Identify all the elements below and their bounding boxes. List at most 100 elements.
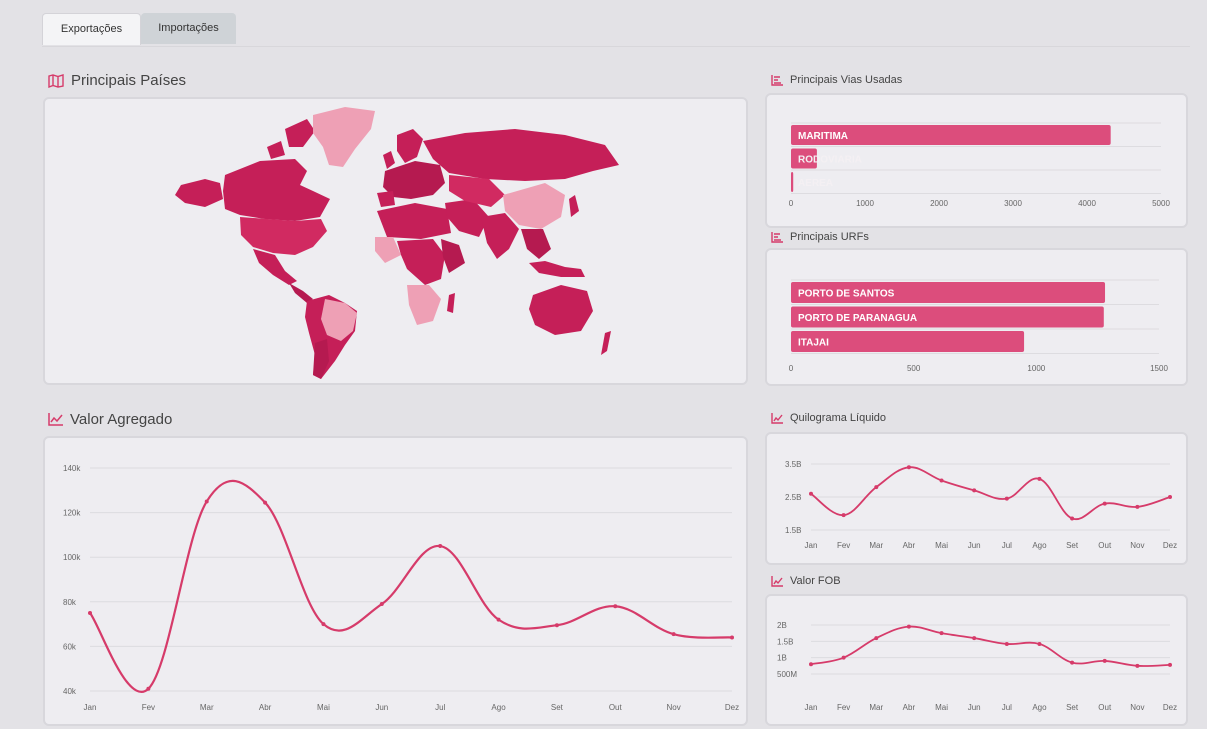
data-point[interactable] bbox=[1102, 658, 1107, 663]
data-point[interactable] bbox=[379, 602, 384, 607]
map-title: Principais Países bbox=[71, 72, 187, 89]
x-tick-label: 5000 bbox=[1152, 199, 1170, 208]
x-tick-label: Mar bbox=[869, 541, 883, 550]
data-point[interactable] bbox=[730, 635, 734, 640]
region-alaska bbox=[175, 179, 223, 207]
data-point[interactable] bbox=[1135, 663, 1140, 668]
fob-title: Valor FOB bbox=[790, 575, 841, 587]
tab-bar: Exportações Importações bbox=[42, 13, 1190, 47]
data-point[interactable] bbox=[1070, 660, 1075, 665]
data-point[interactable] bbox=[1004, 496, 1009, 501]
x-tick-label: Jun bbox=[968, 703, 981, 712]
line-chart-icon bbox=[48, 413, 63, 426]
y-tick-label: 60k bbox=[63, 642, 77, 651]
y-tick-label: 80k bbox=[63, 598, 77, 607]
x-tick-label: Mar bbox=[200, 703, 214, 712]
data-point[interactable] bbox=[1004, 641, 1009, 646]
map-regions bbox=[175, 107, 619, 379]
data-point[interactable] bbox=[972, 636, 977, 641]
x-tick-label: Abr bbox=[259, 703, 272, 712]
x-tick-label: Ago bbox=[1032, 703, 1047, 712]
bar-label: AEREA bbox=[798, 178, 833, 189]
y-tick-label: 1.5B bbox=[777, 637, 793, 646]
data-point[interactable] bbox=[939, 631, 944, 636]
kg-card: 1.5B 2.5B 3.5B Jan Fev Mar Abr Mai Jun Jul Ago Set O… bbox=[765, 432, 1188, 565]
valor-agregado-title: Valor Agregado bbox=[70, 411, 173, 428]
series-line bbox=[810, 466, 1171, 521]
y-tick-label: 100k bbox=[63, 553, 81, 562]
region-canada bbox=[223, 159, 330, 221]
data-point[interactable] bbox=[613, 604, 618, 609]
data-point[interactable] bbox=[874, 485, 879, 490]
bar[interactable] bbox=[791, 172, 794, 192]
data-point[interactable] bbox=[438, 544, 443, 549]
data-point[interactable] bbox=[554, 623, 559, 628]
data-point[interactable] bbox=[841, 655, 846, 660]
kg-section-title: Quilograma Líquido bbox=[771, 412, 886, 424]
x-tick-label: Set bbox=[551, 703, 564, 712]
x-tick-label: Jan bbox=[805, 541, 818, 550]
data-point[interactable] bbox=[809, 491, 813, 496]
data-point[interactable] bbox=[146, 686, 151, 691]
y-tick-label: 500M bbox=[777, 670, 797, 679]
map-card bbox=[43, 97, 748, 385]
x-tick-label: Set bbox=[1066, 703, 1079, 712]
data-point[interactable] bbox=[321, 622, 326, 627]
data-point[interactable] bbox=[809, 662, 813, 667]
vias-chart: MARITIMA RODOVIARIA AEREA 0 1000 2000 3000 4000… bbox=[789, 122, 1170, 208]
x-tick-label: 4000 bbox=[1078, 199, 1096, 208]
data-point[interactable] bbox=[1037, 641, 1042, 646]
tab-exportacoes[interactable]: Exportações bbox=[42, 13, 141, 45]
x-tick-label: Jun bbox=[375, 703, 388, 712]
data-point[interactable] bbox=[1070, 516, 1075, 521]
tab-importacoes[interactable]: Importações bbox=[141, 13, 236, 44]
urfs-section-title: Principais URFs bbox=[771, 231, 869, 243]
bar-label: MARITIMA bbox=[798, 131, 848, 142]
vias-title: Principais Vias Usadas bbox=[790, 74, 903, 86]
y-tick-label: 2.5B bbox=[785, 493, 801, 502]
x-tick-label: Mai bbox=[317, 703, 330, 712]
region-iberia bbox=[377, 191, 395, 207]
x-tick-label: Ago bbox=[1032, 541, 1047, 550]
data-point[interactable] bbox=[874, 636, 879, 641]
region-madagascar bbox=[447, 293, 455, 313]
data-point[interactable] bbox=[1168, 662, 1172, 667]
region-central-america bbox=[289, 283, 313, 303]
x-tick-label: 0 bbox=[789, 199, 794, 208]
data-point[interactable] bbox=[263, 500, 268, 505]
data-point[interactable] bbox=[496, 617, 501, 622]
x-tick-label: Abr bbox=[903, 541, 916, 550]
data-point[interactable] bbox=[1037, 476, 1042, 481]
data-point[interactable] bbox=[1168, 495, 1172, 499]
x-tick-label: Dez bbox=[1163, 541, 1177, 550]
data-point[interactable] bbox=[88, 610, 92, 615]
y-tick-label: 2B bbox=[777, 621, 787, 630]
x-tick-label: 3000 bbox=[1004, 199, 1022, 208]
region-west-africa bbox=[375, 237, 401, 263]
region-uk bbox=[383, 151, 395, 169]
data-point[interactable] bbox=[841, 513, 846, 518]
data-point[interactable] bbox=[671, 632, 676, 637]
bar-label: PORTO DE PARANAGUA bbox=[798, 313, 917, 324]
data-point[interactable] bbox=[1102, 501, 1107, 506]
line-chart-icon bbox=[771, 412, 783, 424]
world-map[interactable] bbox=[45, 99, 746, 383]
region-australia bbox=[529, 285, 593, 335]
data-point[interactable] bbox=[906, 465, 911, 470]
data-point[interactable] bbox=[204, 499, 209, 504]
x-tick-label: Mar bbox=[869, 703, 883, 712]
data-point[interactable] bbox=[1135, 504, 1140, 509]
x-tick-label: Mai bbox=[935, 541, 948, 550]
x-tick-label: Jul bbox=[435, 703, 445, 712]
data-point[interactable] bbox=[939, 478, 944, 483]
x-tick-label: 2000 bbox=[930, 199, 948, 208]
region-new-zealand bbox=[601, 331, 611, 355]
data-point[interactable] bbox=[972, 488, 977, 493]
line-chart-icon bbox=[771, 575, 783, 587]
x-tick-label: 1500 bbox=[1150, 364, 1168, 373]
region-greenland bbox=[313, 107, 375, 167]
vias-card: MARITIMA RODOVIARIA AEREA 0 1000 2000 3000 4000… bbox=[765, 93, 1188, 228]
data-point[interactable] bbox=[906, 624, 911, 629]
x-tick-label: Ago bbox=[491, 703, 506, 712]
region-russia bbox=[423, 129, 619, 181]
